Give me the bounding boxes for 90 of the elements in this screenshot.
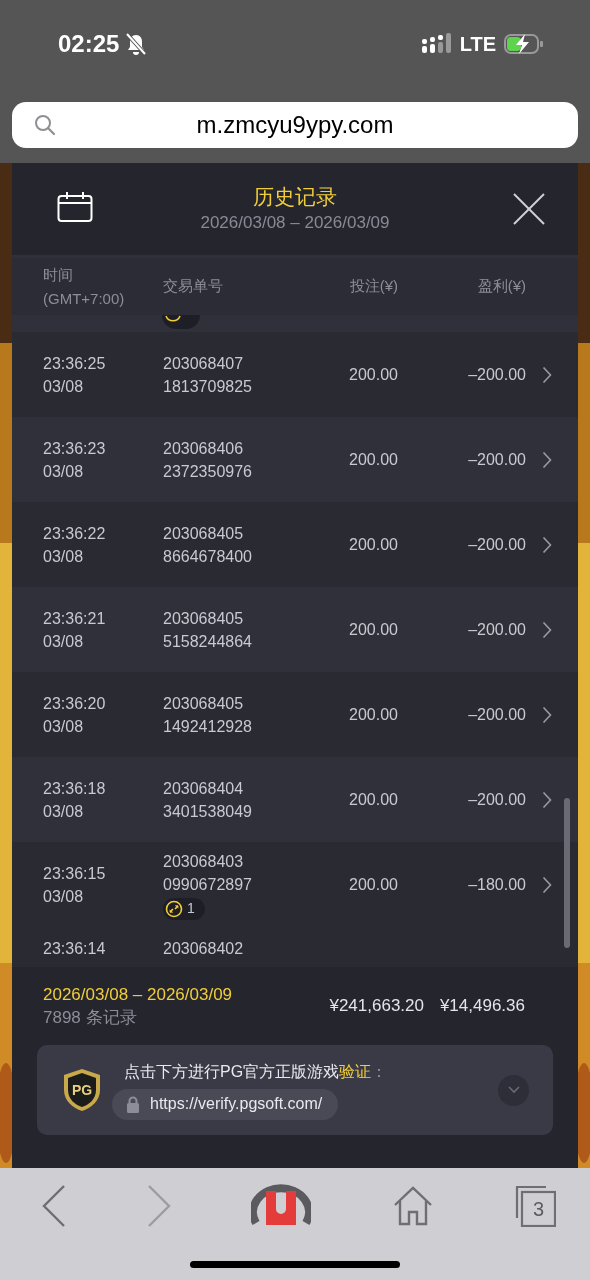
bet-amount: 200.00 — [349, 704, 398, 725]
bet-amount: 200.00 — [349, 874, 398, 895]
order-number: 8664678400 — [163, 546, 253, 567]
column-header: 时间 — [43, 264, 74, 285]
record-count: 7898 条记录 — [43, 1007, 138, 1029]
profit-amount: –200.00 — [468, 704, 526, 725]
date-text: 03/08 — [43, 801, 85, 822]
column-header: 交易单号 — [163, 276, 223, 297]
profit-amount: –200.00 — [468, 364, 526, 385]
close-icon[interactable] — [513, 193, 545, 225]
profit-amount: –200.00 — [468, 789, 526, 810]
profit-amount: –200.00 — [468, 449, 526, 470]
date-text: 03/08 — [43, 376, 85, 397]
back-icon[interactable] — [42, 1185, 66, 1227]
chevron-right-icon — [542, 620, 552, 639]
bet-amount: 200.00 — [349, 789, 398, 810]
date-range: 2026/03/08 – 2026/03/09 — [200, 212, 390, 234]
time-text: 23:36:21 — [43, 608, 107, 629]
search-icon — [34, 114, 56, 136]
chevron-right-icon — [542, 365, 552, 384]
profit-amount: –200.00 — [468, 619, 526, 640]
order-number: 0990672897 — [163, 874, 253, 895]
date-text: 03/08 — [43, 631, 85, 652]
bell-slash-icon — [125, 32, 148, 56]
column-subheader: (GMT+7:00) — [43, 288, 126, 309]
column-header: 盈利(¥) — [477, 276, 526, 297]
total-bet: ¥241,663.20 — [329, 995, 424, 1018]
bet-amount: 200.00 — [349, 534, 398, 555]
summary-date-range: 2026/03/08 – 2026/03/09 — [43, 984, 234, 1006]
verify-prompt: 点击下方进行PG官方正版游戏验证： — [124, 1061, 389, 1082]
bet-amount: 200.00 — [349, 619, 398, 640]
column-header: 投注(¥) — [349, 276, 398, 297]
time-text: 23:36:15 — [43, 863, 107, 884]
expand-arrows-icon — [165, 899, 183, 918]
replay-badge[interactable]: 1 — [163, 897, 205, 920]
badge-icon — [164, 315, 182, 325]
network-label: LTE — [459, 32, 496, 57]
date-text: 03/08 — [43, 546, 85, 567]
order-number: 203068405 — [163, 523, 245, 544]
total-profit: ¥14,496.36 — [439, 995, 525, 1018]
chevron-right-icon — [542, 450, 552, 469]
dialog-title: 历史记录 — [253, 184, 337, 210]
time-text: 23:36:23 — [43, 438, 107, 459]
history-row[interactable]: 23:36:21 03/08 203068405 5158244864 200.00 –200.00 — [12, 587, 578, 672]
time-text: 23:36:25 — [43, 353, 107, 374]
chevron-right-icon — [542, 535, 552, 554]
order-number: 5158244864 — [163, 631, 253, 652]
bet-amount: 200.00 — [349, 449, 398, 470]
calendar-icon[interactable] — [57, 191, 93, 223]
expand-button[interactable] — [498, 1074, 529, 1106]
order-number: 203068402 — [163, 940, 244, 957]
time-text: 23:36:20 — [43, 693, 107, 714]
bet-amount: 200.00 — [349, 364, 398, 385]
history-row[interactable]: 23:36:25 03/08 203068407 1813709825 200.00 –200.00 — [12, 332, 578, 417]
order-number: 1492412928 — [163, 716, 253, 737]
order-number: 203068405 — [163, 608, 245, 629]
address-bar[interactable]: m.zmcyu9ypy.com — [12, 102, 578, 148]
date-text: 03/08 — [43, 886, 85, 907]
chevron-right-icon — [542, 705, 552, 724]
time-text: 23:36:22 — [43, 523, 107, 544]
order-number: 1813709825 — [163, 376, 253, 397]
lock-icon — [126, 1095, 140, 1113]
order-number: 203068407 — [163, 353, 245, 374]
history-row[interactable]: 23:36:22 03/08 203068405 8664678400 200.00 –200.00 — [12, 502, 578, 587]
order-number: 203068405 — [163, 693, 245, 714]
order-number: 203068403 — [163, 851, 245, 872]
order-number: 203068406 — [163, 438, 245, 459]
signal-icon — [421, 33, 452, 55]
tabs-icon — [514, 1185, 556, 1227]
order-number: 3401538049 — [163, 801, 253, 822]
history-row[interactable]: 23:36:20 03/08 203068405 1492412928 200.00 –200.00 — [12, 672, 578, 757]
profit-amount: –180.00 — [468, 874, 526, 895]
date-text: 03/08 — [43, 716, 85, 737]
date-text: 03/08 — [43, 461, 85, 482]
order-number: 2372350976 — [163, 461, 253, 482]
order-number: 203068404 — [163, 778, 245, 799]
history-row[interactable]: 23:36:23 03/08 203068406 2372350976 200.00 –200.00 — [12, 417, 578, 502]
chevron-down-icon — [507, 1086, 520, 1094]
verify-link[interactable]: https://verify.pgsoft.com/ — [112, 1088, 339, 1120]
profit-amount: –200.00 — [468, 534, 526, 555]
tabs-button[interactable]: 3 — [514, 1185, 556, 1227]
time-text: 23:36:18 — [43, 778, 107, 799]
battery-charging-icon — [504, 33, 544, 55]
status-time: 02:25 — [58, 29, 120, 59]
history-row[interactable]: 23:36:15 03/08 203068403 0990672897 1 200.00 –180.00 — [12, 842, 578, 927]
chevron-right-icon — [542, 790, 552, 809]
time-text: 23:36:14 — [43, 940, 106, 957]
history-row[interactable]: 23:36:18 03/08 203068404 3401538049 200.00 –200.00 — [12, 757, 578, 842]
pg-logo: PG — [62, 1068, 102, 1112]
chevron-right-icon — [542, 875, 552, 894]
